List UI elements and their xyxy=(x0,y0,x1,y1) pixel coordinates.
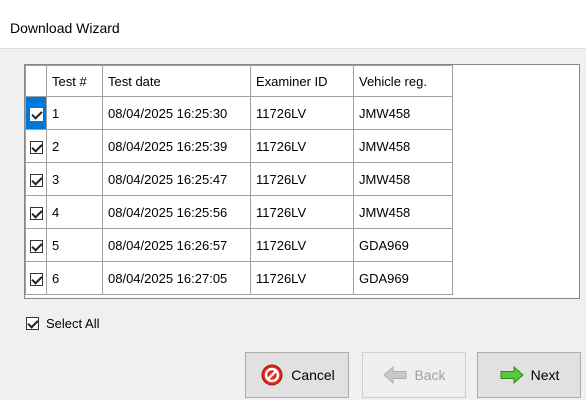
arrow-right-icon xyxy=(500,365,524,385)
table-row[interactable]: 6 08/04/2025 16:27:05 11726LV GDA969 xyxy=(25,261,453,295)
next-label: Next xyxy=(530,367,560,383)
row-checkbox[interactable] xyxy=(29,206,43,220)
cancel-button[interactable]: Cancel xyxy=(245,352,349,398)
header-test-date[interactable]: Test date xyxy=(102,65,251,97)
cell-test-number: 4 xyxy=(46,195,103,229)
cell-examiner-id: 11726LV xyxy=(250,129,354,163)
row-checkbox-cell[interactable] xyxy=(25,129,47,163)
header-checkbox-column[interactable] xyxy=(25,65,47,97)
select-all-check-icon[interactable] xyxy=(26,317,39,330)
cell-examiner-id: 11726LV xyxy=(250,228,354,262)
cancel-label: Cancel xyxy=(291,367,335,383)
row-checkbox-cell[interactable] xyxy=(25,228,47,262)
table-row[interactable]: 2 08/04/2025 16:25:39 11726LV JMW458 xyxy=(25,129,453,163)
cell-examiner-id: 11726LV xyxy=(250,96,354,130)
cell-test-date: 08/04/2025 16:25:39 xyxy=(102,129,251,163)
cancel-icon xyxy=(261,364,283,386)
back-button[interactable]: Back xyxy=(362,352,466,398)
table-row[interactable]: 3 08/04/2025 16:25:47 11726LV JMW458 xyxy=(25,162,453,196)
window-title: Download Wizard xyxy=(10,20,120,36)
cell-vehicle-reg: JMW458 xyxy=(353,195,453,229)
table-row[interactable]: 1 08/04/2025 16:25:30 11726LV JMW458 xyxy=(25,96,453,130)
cell-vehicle-reg: JMW458 xyxy=(353,129,453,163)
cell-test-date: 08/04/2025 16:25:47 xyxy=(102,162,251,196)
cell-test-number: 6 xyxy=(46,261,103,295)
back-label: Back xyxy=(414,367,446,383)
cell-examiner-id: 11726LV xyxy=(250,162,354,196)
row-checkbox[interactable] xyxy=(29,239,43,253)
table-row[interactable]: 4 08/04/2025 16:25:56 11726LV JMW458 xyxy=(25,195,453,229)
table-row[interactable]: 5 08/04/2025 16:26:57 11726LV GDA969 xyxy=(25,228,453,262)
row-checkbox[interactable] xyxy=(29,173,43,187)
cell-examiner-id: 11726LV xyxy=(250,261,354,295)
tests-grid[interactable]: Test # Test date Examiner ID Vehicle reg… xyxy=(24,64,580,299)
cell-test-date: 08/04/2025 16:27:05 xyxy=(102,261,251,295)
tests-table: Test # Test date Examiner ID Vehicle reg… xyxy=(25,65,453,295)
cell-test-date: 08/04/2025 16:25:30 xyxy=(102,96,251,130)
cell-vehicle-reg: GDA969 xyxy=(353,261,453,295)
row-checkbox-cell[interactable] xyxy=(25,261,47,295)
header-test-number[interactable]: Test # xyxy=(46,65,103,97)
table-header-row: Test # Test date Examiner ID Vehicle reg… xyxy=(25,65,453,97)
cell-test-number: 2 xyxy=(46,129,103,163)
cell-test-number: 3 xyxy=(46,162,103,196)
cell-test-date: 08/04/2025 16:25:56 xyxy=(102,195,251,229)
cell-test-number: 1 xyxy=(46,96,103,130)
row-checkbox-cell[interactable] xyxy=(25,195,47,229)
select-all-checkbox[interactable]: Select All xyxy=(26,316,99,331)
row-checkbox-cell[interactable] xyxy=(25,162,47,196)
cell-test-number: 5 xyxy=(46,228,103,262)
arrow-left-icon xyxy=(383,365,407,385)
row-checkbox[interactable] xyxy=(29,107,43,121)
next-button[interactable]: Next xyxy=(477,352,581,398)
select-all-label: Select All xyxy=(46,316,100,331)
header-examiner-id[interactable]: Examiner ID xyxy=(250,65,354,97)
cell-test-date: 08/04/2025 16:26:57 xyxy=(102,228,251,262)
cell-vehicle-reg: JMW458 xyxy=(353,162,453,196)
wizard-header: Download Wizard xyxy=(0,0,586,49)
header-vehicle-reg[interactable]: Vehicle reg. xyxy=(353,65,453,97)
row-checkbox[interactable] xyxy=(29,272,43,286)
row-checkbox-cell[interactable] xyxy=(25,96,47,130)
cell-vehicle-reg: JMW458 xyxy=(353,96,453,130)
cell-vehicle-reg: GDA969 xyxy=(353,228,453,262)
cell-examiner-id: 11726LV xyxy=(250,195,354,229)
row-checkbox[interactable] xyxy=(29,140,43,154)
